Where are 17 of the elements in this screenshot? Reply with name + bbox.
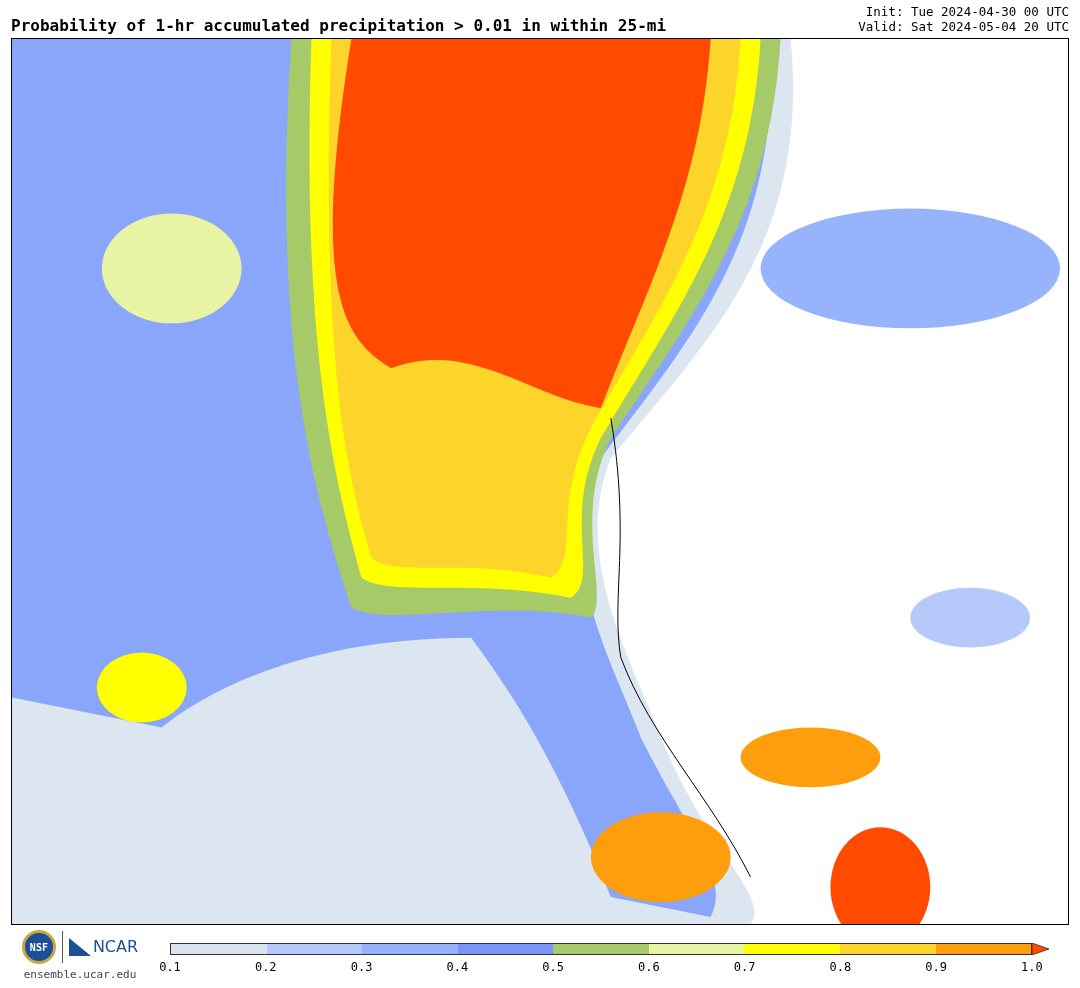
scale-label: 0.6 [637, 959, 661, 976]
ncar-wordmark: NCAR [92, 936, 139, 958]
scale-label: 0.5 [541, 959, 565, 976]
chart-title: Probability of 1-hr accumulated precipitation > 0.01 in within 25-mi [11, 18, 667, 34]
scale-label: 0.9 [924, 959, 948, 976]
run-time-text: Valid: Sat 2024-05-04 20 UTC [858, 19, 1069, 34]
website-text: ensemble.ucar.edu [23, 967, 137, 983]
scale-label: 0.8 [828, 959, 853, 976]
scale-label: 0.4 [445, 959, 470, 976]
scale-label: 0.7 [732, 959, 757, 976]
scale-label: 0.3 [349, 959, 374, 976]
triangle-logo-icon [68, 938, 91, 956]
seal-logo: NSF [21, 930, 56, 964]
run-time-text: Init: Tue 2024-04-30 00 UTC [865, 4, 1069, 19]
scale-label: 0.2 [253, 959, 278, 976]
scale-label: 0.1 [158, 959, 182, 976]
scale-label: 1.0 [1020, 959, 1044, 976]
